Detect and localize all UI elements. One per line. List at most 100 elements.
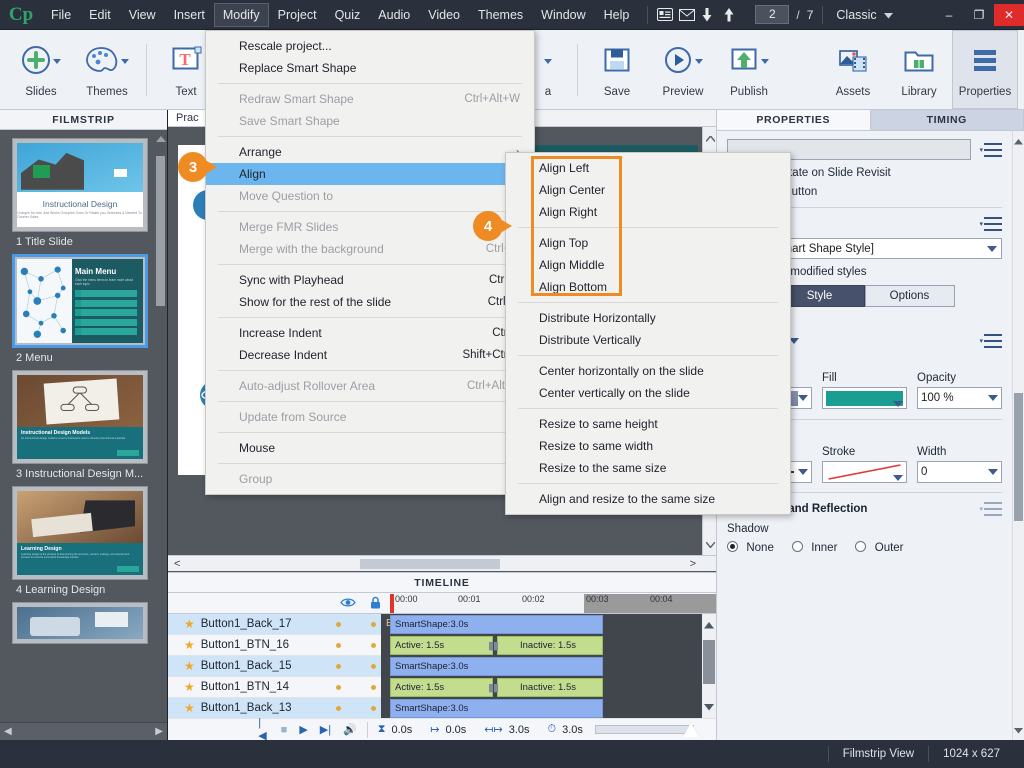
- fill-color-picker[interactable]: [822, 387, 907, 409]
- timeline-bars[interactable]: SmartShape:3.0s: [390, 614, 716, 635]
- scroll-down-icon[interactable]: [704, 700, 714, 714]
- shadow-options-icon[interactable]: ▾: [979, 502, 1002, 516]
- menu-item-align-top[interactable]: Align Top: [506, 232, 790, 254]
- table-row[interactable]: ★ Button1_BTN_14 Active: 1.5s Inactive: …: [168, 677, 716, 698]
- menu-item-replace-smart-shape[interactable]: Replace Smart Shape: [206, 57, 534, 79]
- lock-dot-icon[interactable]: [371, 684, 376, 690]
- slide-thumbnail[interactable]: Learning Design Learning design is the p…: [12, 486, 148, 580]
- opacity-input[interactable]: 100 %: [917, 387, 1002, 409]
- menu-item-center-vertically-on-slide[interactable]: Center vertically on the slide: [506, 382, 790, 404]
- themes-button[interactable]: Themes: [74, 30, 140, 109]
- radio-shadow-inner[interactable]: Inner: [791, 540, 837, 554]
- tab-timing[interactable]: TIMING: [870, 110, 1024, 130]
- scroll-up-icon[interactable]: [156, 136, 166, 142]
- tab-properties[interactable]: PROPERTIES: [717, 110, 871, 130]
- menu-item-align-bottom[interactable]: Align Bottom: [506, 276, 790, 298]
- page-number-input[interactable]: 2: [755, 5, 790, 24]
- menu-item-rescale-project[interactable]: Rescale project...: [206, 35, 534, 57]
- lock-dot-icon[interactable]: [371, 621, 376, 627]
- eye-icon[interactable]: [340, 597, 356, 611]
- menu-item-decrease-indent[interactable]: Decrease Indent Shift+Ctrl+I: [206, 344, 534, 366]
- visibility-dot-icon[interactable]: [336, 621, 341, 627]
- filmstrip-slide-2[interactable]: Main Menu Click the menu items to learn …: [12, 254, 155, 364]
- play-icon[interactable]: ▶: [299, 723, 307, 736]
- timeline-bars[interactable]: SmartShape:3.0s: [390, 698, 716, 719]
- menu-quiz[interactable]: Quiz: [326, 3, 370, 27]
- menu-modify[interactable]: Modify: [213, 2, 269, 27]
- menu-edit[interactable]: Edit: [80, 3, 120, 27]
- chevron-down-icon[interactable]: [798, 469, 808, 475]
- scroll-up-icon[interactable]: [704, 618, 714, 632]
- visibility-dot-icon[interactable]: [336, 684, 341, 690]
- slide-thumbnail[interactable]: Instructional Design Models An instructi…: [12, 370, 148, 464]
- chevron-down-icon[interactable]: [121, 59, 129, 64]
- menu-item-increase-indent[interactable]: Increase IndentCtrl+I: [206, 322, 534, 344]
- fill-options-icon[interactable]: ▾: [979, 334, 1002, 348]
- menu-video[interactable]: Video: [419, 3, 469, 27]
- menu-item-resize-to-same-width[interactable]: Resize to same width: [506, 435, 790, 457]
- slide-thumbnail[interactable]: [12, 602, 148, 644]
- chevron-down-icon[interactable]: [53, 59, 61, 64]
- menu-view[interactable]: View: [120, 3, 165, 27]
- filmstrip-horizontal-scrollbar[interactable]: ◀ ▶: [0, 722, 167, 740]
- filmstrip-slide-4[interactable]: Learning Design Learning design is the p…: [12, 486, 155, 596]
- scroll-up-icon[interactable]: [1014, 134, 1023, 148]
- filmstrip-slide-1[interactable]: Instructional Design Charges for how Jus…: [12, 138, 155, 248]
- menu-help[interactable]: Help: [595, 3, 639, 27]
- stage-horizontal-scrollbar[interactable]: < >: [168, 555, 716, 571]
- visibility-dot-icon[interactable]: [336, 642, 341, 648]
- publish-button[interactable]: Publish: [716, 30, 782, 109]
- timeline-bars[interactable]: SmartShape:3.0s: [390, 656, 716, 677]
- lock-dot-icon[interactable]: [371, 642, 376, 648]
- slide-thumbnail[interactable]: Instructional Design Charges for how Jus…: [12, 138, 148, 232]
- skip-start-icon[interactable]: |◀: [258, 717, 268, 742]
- lock-dot-icon[interactable]: [371, 705, 376, 711]
- timeline-bars[interactable]: Active: 1.5s Inactive: 1.5s ▮▮: [390, 677, 716, 698]
- workspace-selector-label[interactable]: Classic: [836, 8, 876, 22]
- menu-project[interactable]: Project: [269, 3, 326, 27]
- assets-button[interactable]: Assets: [820, 30, 886, 109]
- menu-item-distribute-vertically[interactable]: Distribute Vertically: [506, 329, 790, 351]
- scrollbar-thumb[interactable]: [703, 640, 715, 684]
- filmstrip-scrollbar[interactable]: [156, 134, 166, 720]
- filmstrip-slide-5[interactable]: [12, 602, 155, 644]
- scrollbar-thumb[interactable]: [156, 156, 165, 306]
- radio-shadow-none[interactable]: None: [727, 540, 774, 554]
- window-maximize-button[interactable]: ❐: [964, 4, 994, 26]
- stroke-color-picker[interactable]: [822, 461, 907, 483]
- window-close-button[interactable]: ✕: [994, 3, 1024, 26]
- chevron-down-icon[interactable]: [893, 475, 903, 481]
- library-button[interactable]: Library: [886, 30, 952, 109]
- scroll-right-icon[interactable]: ▶: [155, 726, 163, 737]
- timeline-bar[interactable]: Active: 1.5s: [390, 635, 493, 655]
- menu-item-distribute-horizontally[interactable]: Distribute Horizontally: [506, 307, 790, 329]
- stop-icon[interactable]: ■: [281, 724, 288, 736]
- filmstrip-slide-3[interactable]: Instructional Design Models An instructi…: [12, 370, 155, 480]
- align-submenu[interactable]: Align Left Align Center Align Right Alig…: [505, 152, 791, 515]
- menu-item-align-left[interactable]: Align Left: [506, 157, 790, 179]
- lock-dot-icon[interactable]: [371, 663, 376, 669]
- menu-item-sync-with-playhead[interactable]: Sync with PlayheadCtrl+L: [206, 269, 534, 291]
- menu-themes[interactable]: Themes: [469, 3, 532, 27]
- radio-shadow-outer[interactable]: Outer: [855, 540, 904, 554]
- slides-button[interactable]: Slides: [8, 30, 74, 109]
- volume-icon[interactable]: 🔊: [343, 723, 357, 736]
- zoom-slider-handle[interactable]: [683, 722, 700, 737]
- table-row[interactable]: ★ Button1_Back_15 SmartShape:3.0s: [168, 656, 716, 677]
- menu-item-resize-to-same-height[interactable]: Resize to same height: [506, 413, 790, 435]
- timeline-bar[interactable]: SmartShape:3.0s: [390, 614, 603, 634]
- menu-file[interactable]: File: [42, 3, 80, 27]
- slide-notes-icon[interactable]: [657, 8, 679, 21]
- scroll-left-icon[interactable]: <: [174, 558, 180, 570]
- slide-thumbnail[interactable]: Main Menu Click the menu items to learn …: [12, 254, 148, 348]
- properties-button[interactable]: Properties: [952, 30, 1018, 109]
- preview-button[interactable]: Preview: [650, 30, 716, 109]
- timeline-bar[interactable]: Inactive: 1.5s: [497, 635, 603, 655]
- menu-item-align[interactable]: Align›: [206, 163, 534, 185]
- table-row[interactable]: ★ Button1_BTN_16 Active: 1.5s Inactive: …: [168, 635, 716, 656]
- arrow-up-icon[interactable]: [723, 7, 745, 22]
- chevron-down-icon[interactable]: [761, 59, 769, 64]
- timeline-vertical-scrollbar[interactable]: [702, 614, 716, 718]
- playhead-marker[interactable]: [390, 594, 394, 613]
- skip-end-icon[interactable]: ▶|: [320, 723, 331, 736]
